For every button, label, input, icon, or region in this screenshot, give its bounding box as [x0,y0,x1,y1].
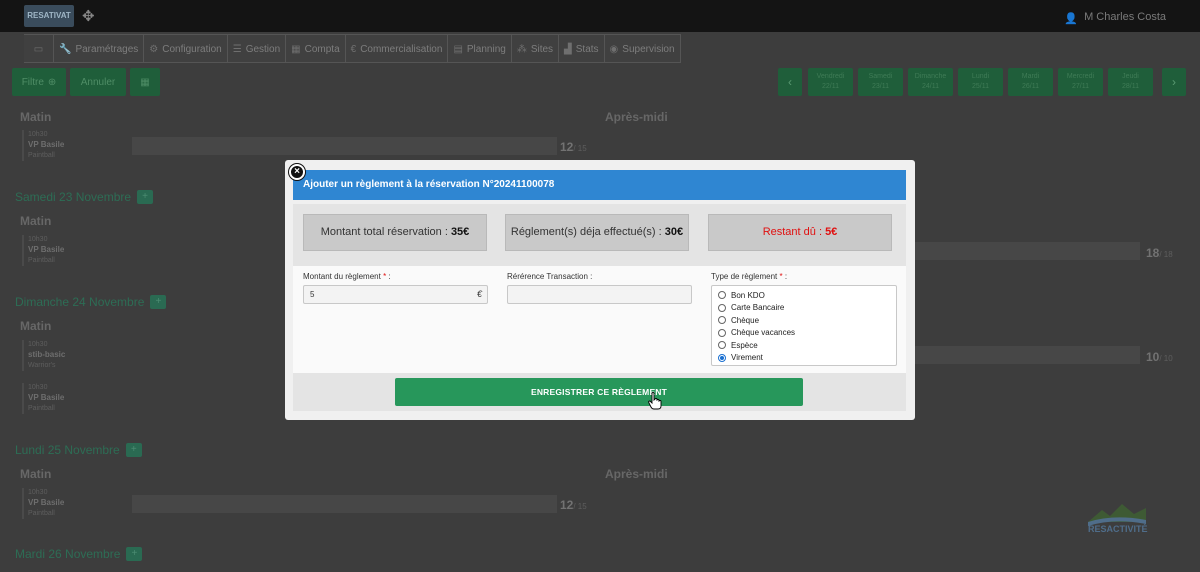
payment-option-virement[interactable]: Virement [718,352,896,365]
radio-button[interactable] [718,328,726,337]
payment-option-cheque-vacances[interactable]: Chèque vacances [718,327,896,340]
day-button-lundi[interactable]: Lundi 25/11 [958,68,1003,96]
modal-footer: ENREGISTRER CE RÈGLEMENT [293,373,906,411]
prev-week-button[interactable]: ‹ [778,68,802,96]
nav-item-sites[interactable]: ⁂ Sites [512,35,560,63]
capacity-count: 10/ 10 [1146,350,1173,364]
nav-item-supervision[interactable]: ◉ Supervision [605,35,681,63]
user-name: M Charles Costa [1084,11,1166,23]
capacity-bar [132,137,557,155]
payment-modal: × Ajouter un règlement à la réservation … [285,160,915,420]
nav-item-commercialisation[interactable]: € Commercialisation [346,35,449,63]
user-menu[interactable]: 👤 M Charles Costa [1064,11,1166,25]
add-slot-button[interactable]: + [126,547,143,561]
nav-item-dashboard[interactable]: ▭ [24,35,54,63]
next-week-button[interactable]: › [1162,68,1186,96]
nav-item-parametrages[interactable]: 🔧 Paramétrages [54,35,145,63]
remaining-amount-box: Restant dû : 5€ [708,214,892,251]
nav-item-stats[interactable]: ▟ Stats [559,35,605,63]
gears-icon: ⚙ [149,43,159,55]
calendar-icon: ▦ [140,76,150,88]
paid-amount-box: Réglement(s) déja effectué(s) : 30€ [505,214,689,251]
wrench-icon: 🔧 [59,43,72,55]
nav-item-configuration[interactable]: ⚙ Configuration [144,35,228,63]
morning-label: Matin [20,467,52,481]
chart-icon: ▟ [564,43,572,55]
activity-slot[interactable]: 10h30 stib-basic Warrior's [22,340,112,371]
radio-button[interactable] [718,316,726,325]
list-icon: ☰ [232,43,242,55]
radio-button-selected[interactable] [718,353,726,362]
payment-option-espece[interactable]: Espèce [718,339,896,352]
morning-label: Matin [20,110,52,124]
radio-button[interactable] [718,291,726,300]
day-button-samedi[interactable]: Samedi 23/11 [858,68,903,96]
save-payment-button[interactable]: ENREGISTRER CE RÈGLEMENT [395,378,803,406]
day-header-samedi: Samedi 23 Novembre + [15,190,154,204]
payment-option-cheque[interactable]: Chèque [718,314,896,327]
radio-button[interactable] [718,341,726,350]
eye-icon: ◉ [609,43,619,55]
app-logo[interactable]: RESATIVAT [24,5,74,27]
payment-type-label: Type de règlement * : [711,272,788,281]
close-icon[interactable]: × [289,164,305,180]
activity-slot[interactable]: 10h30 VP Basile Paintball [22,130,112,161]
morning-label: Matin [20,214,52,228]
activity-slot[interactable]: 10h30 VP Basile Paintball [22,383,112,414]
plus-circle-icon: ⊕ [47,76,57,88]
capacity-bar [915,346,1140,364]
reference-input[interactable] [507,285,692,304]
morning-label: Matin [20,319,52,333]
capacity-count: 18/ 18 [1146,246,1173,260]
euro-icon: € [350,43,357,55]
day-button-jeudi[interactable]: Jeudi 28/11 [1108,68,1153,96]
afternoon-label: Après-midi [605,110,668,124]
capacity-count: 12/ 15 [560,140,587,154]
activity-slot[interactable]: 10h30 VP Basile Paintball [22,235,112,266]
day-header-lundi: Lundi 25 Novembre + [15,443,142,457]
day-button-mercredi[interactable]: Mercredi 27/11 [1058,68,1103,96]
radio-button[interactable] [718,303,726,312]
add-slot-button[interactable]: + [137,190,154,204]
day-button-mardi[interactable]: Mardi 26/11 [1008,68,1053,96]
main-nav: ▭ 🔧 Paramétrages ⚙ Configuration ☰ Gestion … [24,34,681,63]
hand-cursor-icon [648,392,662,410]
modal-title: Ajouter un règlement à la réservation N°… [293,170,906,200]
nav-item-gestion[interactable]: ☰ Gestion [228,35,287,63]
nav-item-planning[interactable]: ▤ Planning [448,35,512,63]
payment-type-list: Bon KDO Carte Bancaire Chèque Chèque vac… [711,285,897,366]
amount-input[interactable]: 5 € [303,285,488,304]
calendar-icon: ▤ [453,43,463,55]
user-add-icon: 👤 [1064,13,1078,25]
sitemap-icon: ⁂ [516,43,527,55]
day-button-dimanche[interactable]: Dimanche 24/11 [908,68,953,96]
cancel-filter-button[interactable]: Annuler [70,68,126,96]
afternoon-label: Après-midi [605,467,668,481]
total-amount-box: Montant total réservation : 35€ [303,214,487,251]
activity-slot[interactable]: 10h30 VP Basile Paintball [22,488,112,519]
nav-item-compta[interactable]: ▦ Compta [286,35,346,63]
calendar-button[interactable]: ▦ [130,68,160,96]
expand-icon[interactable]: ✥ [82,9,98,25]
day-header-mardi: Mardi 26 Novembre + [15,547,143,561]
brand-text: RESACTIVITÉ [1088,524,1148,534]
euro-icon: € [476,289,482,299]
payment-form: Montant du règlement * : 5 € Rérérence T… [293,266,906,373]
payment-option-carte-bancaire[interactable]: Carte Bancaire [718,302,896,315]
payment-summary: Montant total réservation : 35€ Réglemen… [293,204,906,266]
day-button-vendredi[interactable]: Vendredi 22/11 [808,68,853,96]
add-slot-button[interactable]: + [125,443,142,457]
monitor-icon: ▭ [33,43,44,55]
day-header-dimanche: Dimanche 24 Novembre + [15,295,167,309]
capacity-bar [915,242,1140,260]
calculator-icon: ▦ [291,43,301,55]
amount-label: Montant du règlement * : [303,272,391,281]
filter-button[interactable]: Filtre ⊕ [12,68,66,96]
capacity-count: 12/ 15 [560,498,587,512]
reference-label: Rérérence Transaction : [507,272,593,281]
capacity-bar [132,495,557,513]
top-bar: RESATIVAT ✥ 👤 M Charles Costa [0,0,1200,32]
payment-option-bon-kdo[interactable]: Bon KDO [718,289,896,302]
add-slot-button[interactable]: + [150,295,167,309]
